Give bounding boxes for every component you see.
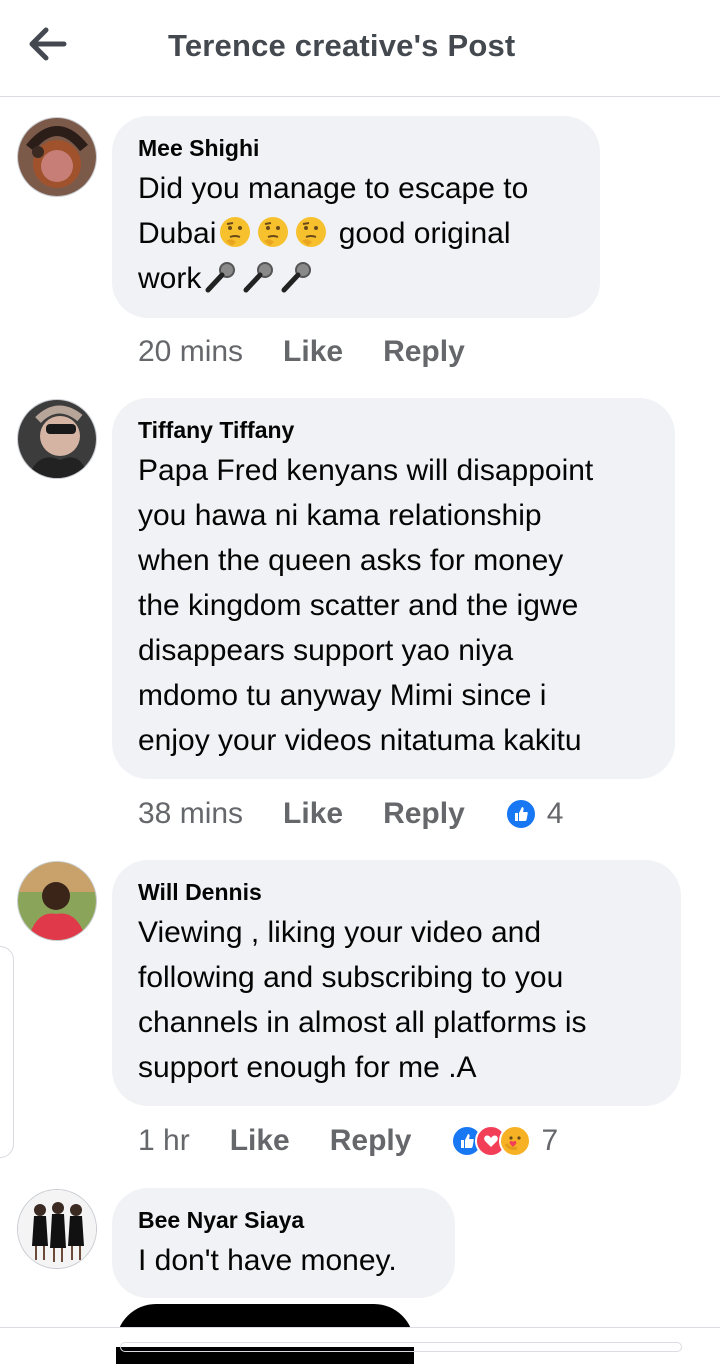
comment-text-line: work: [138, 256, 574, 301]
comment-text: Viewing , liking your video and followin…: [138, 910, 655, 1090]
comment-author[interactable]: Mee Shighi: [138, 134, 574, 162]
comment-text-line: support enough for me .A: [138, 1051, 477, 1084]
comment-text-line: enjoy your videos nitatuma kakitu: [138, 724, 582, 757]
comment-bubble: Bee Nyar Siaya I don't have money.: [112, 1188, 455, 1298]
back-arrow-icon[interactable]: [26, 24, 70, 64]
comment-text-line: I don't have money.: [138, 1244, 397, 1277]
avatar[interactable]: [18, 118, 96, 196]
reply-button[interactable]: Reply: [383, 335, 465, 369]
comment-text-fragment: good original: [330, 217, 511, 250]
comment-text-line: you hawa ni kama relationship: [138, 499, 542, 532]
comment-meta: 38 mins Like Reply 4: [138, 794, 563, 834]
comment-text-line: following and subscribing to you: [138, 961, 564, 994]
comment-bubble: Tiffany Tiffany Papa Fred kenyans will d…: [112, 398, 675, 779]
avatar[interactable]: [18, 862, 96, 940]
comment-meta: 20 mins Like Reply: [138, 332, 505, 372]
comment-text-line: disappears support yao niya: [138, 634, 514, 667]
comment-text-line: Viewing , liking your video and: [138, 916, 542, 949]
reactions-summary[interactable]: 4: [504, 797, 564, 831]
microphone-icon: [279, 260, 313, 294]
thinking-face-icon: [256, 215, 290, 249]
comment-input[interactable]: [120, 1342, 682, 1352]
reply-button[interactable]: Reply: [330, 1124, 412, 1158]
comment-timestamp[interactable]: 1 hr: [138, 1124, 190, 1158]
microphone-icon: [241, 260, 275, 294]
comment-timestamp[interactable]: 20 mins: [138, 335, 243, 369]
microphone-icon: [203, 260, 237, 294]
comment-text: I don't have money.: [138, 1238, 429, 1283]
comment-text: Did you manage to escape to Dubai good o…: [138, 166, 574, 301]
comment-bubble: Mee Shighi Did you manage to escape to D…: [112, 116, 600, 318]
avatar[interactable]: [18, 400, 96, 478]
thinking-face-icon: [294, 215, 328, 249]
avatar[interactable]: [18, 1190, 96, 1268]
comment-text-line: when the queen asks for money: [138, 544, 564, 577]
care-reaction-icon: [499, 1125, 532, 1157]
reaction-count: 4: [546, 797, 564, 830]
comment-text-fragment: Dubai: [138, 217, 217, 250]
comment-text-line: the kingdom scatter and the igwe: [138, 589, 579, 622]
page-title: Terence creative's Post: [168, 28, 516, 63]
like-button[interactable]: Like: [283, 335, 343, 369]
reply-button[interactable]: Reply: [383, 797, 465, 831]
comment-author[interactable]: Tiffany Tiffany: [138, 416, 649, 444]
side-panel-edge: [0, 946, 14, 1158]
comment-composer-bar: [0, 1328, 720, 1352]
reactions-summary[interactable]: 7: [451, 1124, 558, 1158]
comment-text-line: channels in almost all platforms is: [138, 1006, 587, 1039]
comment-timestamp[interactable]: 38 mins: [138, 797, 243, 831]
post-header: Terence creative's Post: [0, 0, 720, 97]
comment-text-line: Papa Fred kenyans will disappoint: [138, 454, 594, 487]
comment-text-fragment: work: [138, 262, 202, 295]
comment-author[interactable]: Bee Nyar Siaya: [138, 1206, 429, 1234]
comment-meta: 1 hr Like Reply 7: [138, 1121, 558, 1161]
thinking-face-icon: [218, 215, 252, 249]
like-button[interactable]: Like: [283, 797, 343, 831]
reaction-count: 7: [541, 1124, 559, 1157]
comment-text-line: Did you manage to escape to: [138, 172, 529, 205]
comment-author[interactable]: Will Dennis: [138, 878, 655, 906]
comment-text: Papa Fred kenyans will disappoint you ha…: [138, 448, 649, 763]
comment-text-line: Dubai good original: [138, 211, 574, 256]
like-reaction-icon: [504, 798, 537, 830]
comment-bubble: Will Dennis Viewing , liking your video …: [112, 860, 681, 1106]
comment-text-line: mdomo tu anyway Mimi since i: [138, 679, 547, 712]
like-button[interactable]: Like: [230, 1124, 290, 1158]
